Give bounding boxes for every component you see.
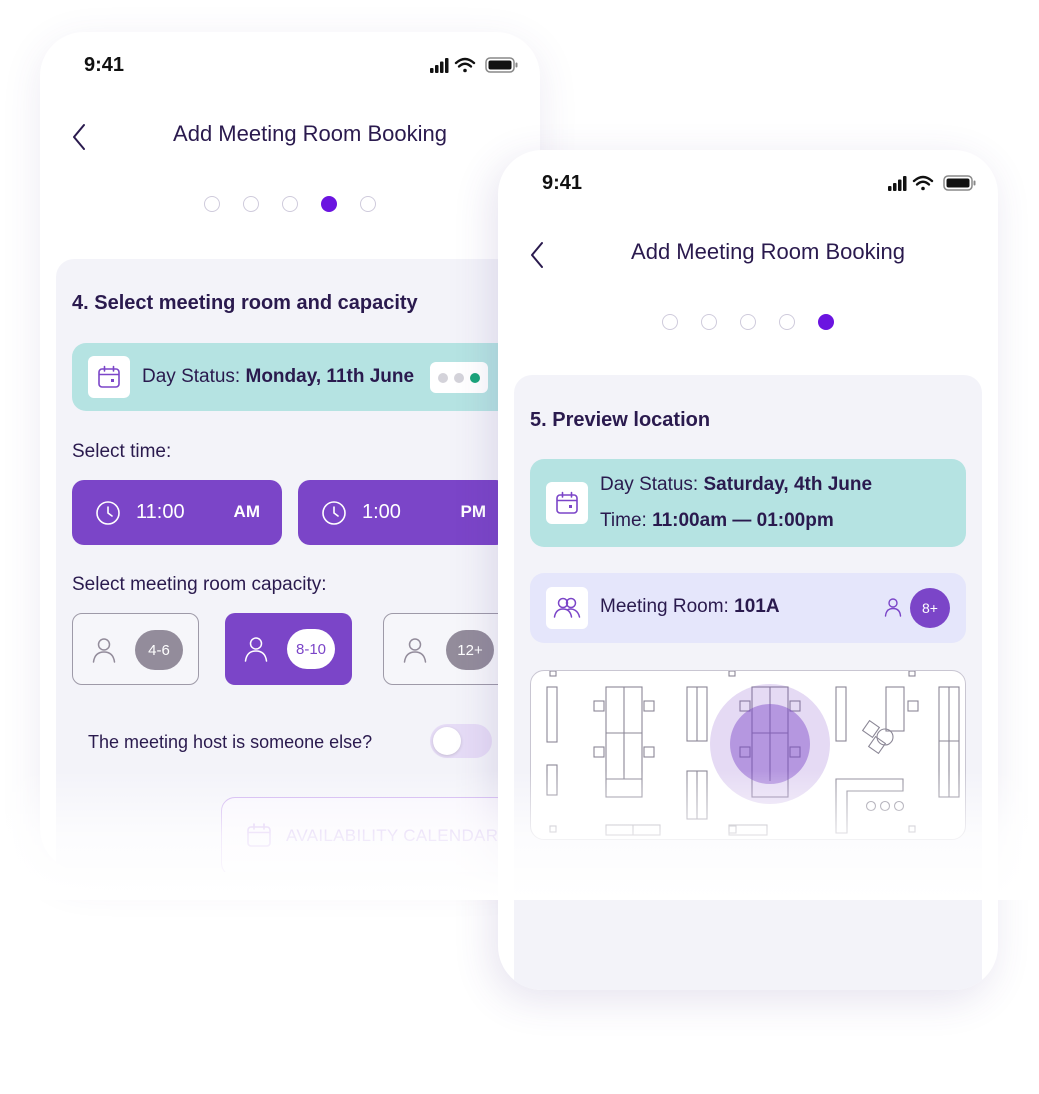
step-dot-4 [779,314,795,330]
back-arrow-icon[interactable] [68,120,92,154]
calendar-icon [556,491,578,514]
step-dot-3 [740,314,756,330]
person-icon [884,598,902,617]
step-indicator [498,314,998,330]
people-icon [553,597,581,618]
step-title: 5. Preview location [530,409,711,431]
day-status-value: Saturday, 4th June [703,474,873,495]
phone-screen-step-4: 9:41 Add Meeting Room Booking 4. Select … [40,32,540,872]
person-icon [92,638,116,663]
person-icon [244,637,268,662]
day-status-text: Day Status: Saturday, 4th June [600,474,872,496]
start-time-button[interactable]: 11:00 AM [72,480,282,545]
day-status-text: Day Status: Monday, 11th June [142,366,414,388]
capacity-pill: 4-6 [135,630,183,670]
time-text: Time: 11:00am — 01:00pm [600,510,834,532]
phone-screen-step-5: 9:41 Add Meeting Room Booking 5. Preview [498,150,998,990]
capacity-pill: 12+ [446,630,494,670]
calendar-icon [98,365,120,388]
host-toggle-label: The meeting host is someone else? [88,732,373,752]
calendar-icon-tile [546,482,588,524]
page-title: Add Meeting Room Booking [631,239,905,264]
start-time-value: 11:00 [136,501,185,523]
capacity-option-8-10-selected[interactable]: 8-10 [225,613,352,685]
step-dot-2 [243,196,259,212]
battery-icon [485,57,518,73]
step-dot-4-active [321,196,337,212]
end-time-button[interactable]: 1:00 PM [298,480,508,545]
select-time-label: Select time: [72,441,172,462]
floor-plan-map [530,670,966,840]
time-label: Time: [600,510,647,531]
step-dot-2 [701,314,717,330]
start-time-period: AM [233,502,260,521]
page-title: Add Meeting Room Booking [173,121,447,146]
day-status-box: Day Status: Monday, 11th June [72,343,512,411]
back-arrow-icon[interactable] [526,238,550,272]
meeting-room-text: Meeting Room: 101A [600,596,780,618]
battery-icon [943,175,976,191]
step-title: 4. Select meeting room and capacity [72,292,418,314]
wifi-icon [454,57,476,73]
location-inner-ring [730,704,810,784]
signal-icon [888,176,907,191]
capacity-option-12-plus[interactable]: 12+ [383,613,510,685]
host-toggle-switch[interactable] [430,724,492,758]
calendar-icon-tile [88,356,130,398]
clock-icon [96,501,120,525]
step-dot-1 [204,196,220,212]
step-indicator [40,196,540,212]
status-bar-icons [888,175,976,191]
meeting-room-box: Meeting Room: 101A 8+ [530,573,966,643]
floor-plan-drawing [546,671,960,836]
capacity-option-4-6[interactable]: 4-6 [72,613,199,685]
end-time-value: 1:00 [362,501,401,523]
calendar-icon [247,823,271,847]
meeting-room-label: Meeting Room: [600,596,729,617]
step-dot-5 [360,196,376,212]
room-capacity-badge: 8+ [910,588,950,628]
status-bar-time: 9:41 [542,172,583,194]
person-icon [403,638,427,663]
availability-indicator [430,362,488,393]
day-status-label: Day Status: [600,474,699,495]
status-bar-icons [430,57,518,73]
day-status-box: Day Status: Saturday, 4th June Time: 11:… [530,459,966,547]
meeting-room-value: 101A [734,596,780,617]
step-dot-5-active [818,314,834,330]
clock-icon [322,501,346,525]
step-dot-1 [662,314,678,330]
end-time-period: PM [460,502,487,521]
step-dot-3 [282,196,298,212]
people-icon-tile [546,587,588,629]
signal-icon [430,58,449,73]
toggle-knob [433,727,461,755]
time-value: 11:00am — 01:00pm [652,510,834,531]
day-status-value: Monday, 11th June [245,366,415,387]
wifi-icon [912,175,934,191]
capacity-label: Select meeting room capacity: [72,574,327,595]
availability-calendar-label: AVAILABILITY CALENDAR [286,826,499,845]
status-bar-time: 9:41 [84,54,125,76]
availability-calendar-button[interactable]: AVAILABILITY CALENDAR [221,797,511,872]
capacity-pill: 8-10 [287,629,335,669]
day-status-label: Day Status: [142,366,241,387]
